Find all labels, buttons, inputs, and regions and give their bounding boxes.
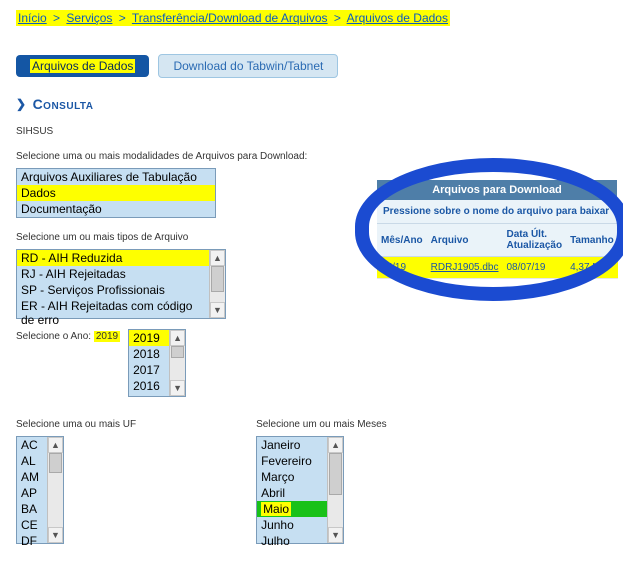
consulta-title: Consulta [33, 96, 94, 112]
breadcrumb-sep: > [331, 11, 344, 25]
table-header-row: Mês/Ano Arquivo Data Últ. Atualização Ta… [377, 224, 618, 257]
scrollbar[interactable]: ▲ ▼ [327, 437, 343, 543]
list-item[interactable]: ER - AIH Rejeitadas com código de erro [17, 298, 209, 328]
scrollbar[interactable]: ▲ ▼ [209, 250, 225, 318]
listbox-uf[interactable]: AC AL AM AP BA CE DF ▲ ▼ [16, 436, 64, 544]
list-item[interactable]: AM [17, 469, 47, 485]
scroll-thumb[interactable] [211, 266, 224, 292]
selected-year-echo: 2019 [94, 331, 120, 342]
col-data: Data Últ. Atualização [502, 224, 566, 257]
list-item[interactable]: Julho [257, 533, 327, 549]
list-item[interactable]: Arquivos Auxiliares de Tabulação [17, 169, 215, 185]
tab-download-tabwin[interactable]: Download do Tabwin/Tabnet [158, 54, 338, 78]
label-ano: Selecione o Ano: 2019 [16, 329, 120, 342]
label-modalidade: Selecione uma ou mais modalidades de Arq… [16, 151, 607, 162]
scroll-thumb[interactable] [49, 453, 62, 473]
cell-arquivo: RDRJ1905.dbc [427, 257, 503, 279]
table-row: 05/19 RDRJ1905.dbc 08/07/19 4,37 MB [377, 257, 618, 279]
breadcrumb-inicio[interactable]: Início [18, 11, 47, 25]
cell-tamanho: 4,37 MB [566, 257, 618, 279]
breadcrumb: Início > Serviços > Transferência/Downlo… [16, 10, 450, 26]
list-item[interactable]: Abril [257, 485, 327, 501]
download-panel: Arquivos para Download Pressione sobre o… [377, 180, 617, 279]
scrollbar[interactable]: ▲ ▼ [47, 437, 63, 543]
listbox-tipo[interactable]: RD - AIH Reduzida RJ - AIH Rejeitadas SP… [16, 249, 226, 319]
chevron-right-icon: ❯ [16, 97, 27, 111]
list-item[interactable]: Março [257, 469, 327, 485]
breadcrumb-sep: > [50, 11, 63, 25]
list-item[interactable]: 2019 [129, 330, 169, 346]
list-item[interactable]: AL [17, 453, 47, 469]
list-item[interactable]: 2018 [129, 346, 169, 362]
scroll-down-icon[interactable]: ▼ [210, 302, 225, 318]
col-mes-ano: Mês/Ano [377, 224, 427, 257]
list-item[interactable]: SP - Serviços Profissionais [17, 282, 209, 298]
list-item[interactable]: RJ - AIH Rejeitadas [17, 266, 209, 282]
scroll-thumb[interactable] [329, 453, 342, 495]
list-item[interactable]: CE [17, 517, 47, 533]
breadcrumb-sep: > [116, 11, 129, 25]
breadcrumb-arquivos-dados[interactable]: Arquivos de Dados [347, 11, 448, 25]
label-mes: Selecione um ou mais Meses [256, 419, 387, 430]
cell-mes-ano: 05/19 [377, 257, 427, 279]
list-item[interactable]: Janeiro [257, 437, 327, 453]
label-uf: Selecione uma ou mais UF [16, 419, 136, 430]
list-item[interactable]: Junho [257, 517, 327, 533]
list-item[interactable]: 2016 [129, 378, 169, 394]
tab-arquivos-dados[interactable]: Arquivos de Dados [16, 55, 149, 77]
list-item[interactable]: Documentação [17, 201, 215, 217]
breadcrumb-transferencia[interactable]: Transferência/Download de Arquivos [132, 11, 328, 25]
col-tamanho: Tamanho [566, 224, 618, 257]
list-item[interactable]: 2017 [129, 362, 169, 378]
download-hint: Pressione sobre o nome do arquivo para b… [377, 200, 617, 224]
system-name: SIHSUS [16, 126, 607, 137]
scroll-up-icon[interactable]: ▲ [210, 250, 225, 266]
scroll-up-icon[interactable]: ▲ [48, 437, 63, 453]
list-item[interactable]: BA [17, 501, 47, 517]
scroll-up-icon[interactable]: ▲ [170, 330, 185, 346]
list-item[interactable]: Dados [17, 185, 215, 201]
cell-data: 08/07/19 [502, 257, 566, 279]
download-table: Mês/Ano Arquivo Data Últ. Atualização Ta… [377, 224, 618, 279]
list-item[interactable]: Fevereiro [257, 453, 327, 469]
list-item[interactable]: AC [17, 437, 47, 453]
scroll-thumb[interactable] [171, 346, 184, 358]
list-item[interactable]: DF [17, 533, 47, 549]
col-arquivo: Arquivo [427, 224, 503, 257]
list-item[interactable]: RD - AIH Reduzida [17, 250, 209, 266]
scroll-down-icon[interactable]: ▼ [328, 527, 343, 543]
download-file-link[interactable]: RDRJ1905.dbc [431, 262, 499, 273]
list-item[interactable]: AP [17, 485, 47, 501]
tab-label: Arquivos de Dados [30, 59, 135, 73]
scroll-up-icon[interactable]: ▲ [328, 437, 343, 453]
listbox-ano[interactable]: 2019 2018 2017 2016 ▲ ▼ [128, 329, 186, 397]
list-item[interactable]: Maio [257, 501, 327, 517]
breadcrumb-servicos[interactable]: Serviços [66, 11, 112, 25]
scrollbar[interactable]: ▲ ▼ [169, 330, 185, 396]
consulta-heading: ❯ Consulta [16, 96, 607, 112]
listbox-modalidade[interactable]: Arquivos Auxiliares de Tabulação Dados D… [16, 168, 216, 218]
download-header: Arquivos para Download [377, 180, 617, 200]
tabs: Arquivos de Dados Download do Tabwin/Tab… [16, 54, 607, 78]
listbox-mes[interactable]: Janeiro Fevereiro Março Abril Maio Junho… [256, 436, 344, 544]
scroll-down-icon[interactable]: ▼ [48, 527, 63, 543]
scroll-down-icon[interactable]: ▼ [170, 380, 185, 396]
